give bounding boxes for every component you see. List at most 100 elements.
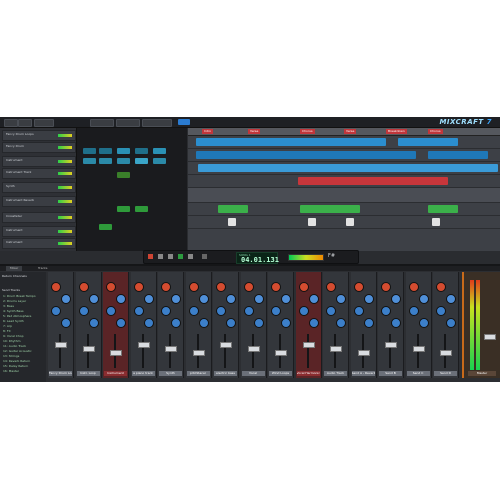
knob[interactable] <box>106 306 116 316</box>
knob[interactable] <box>391 294 401 304</box>
clip-pad[interactable] <box>99 148 112 154</box>
volume-fader[interactable] <box>357 350 370 356</box>
edit-menu-button[interactable] <box>18 119 32 127</box>
timeline-ruler[interactable]: Intro Verse Chorus Verse Breakdown Choru… <box>188 128 500 136</box>
knob[interactable] <box>188 282 199 292</box>
knob[interactable] <box>363 318 374 328</box>
clip-pad[interactable] <box>135 148 148 154</box>
clip-pad[interactable] <box>117 158 130 164</box>
knob[interactable] <box>298 282 309 292</box>
knob[interactable] <box>243 306 254 316</box>
knob[interactable] <box>106 282 116 292</box>
volume-fader[interactable] <box>275 350 287 356</box>
knob[interactable] <box>381 306 391 316</box>
knob[interactable] <box>161 282 171 292</box>
knob[interactable] <box>298 306 309 316</box>
knob[interactable] <box>116 294 126 304</box>
knob[interactable] <box>216 282 226 292</box>
clip-pad[interactable] <box>117 206 130 212</box>
knob[interactable] <box>253 318 264 328</box>
knob[interactable] <box>408 306 419 316</box>
track-header[interactable]: Instrument <box>2 156 76 167</box>
audio-clip[interactable] <box>198 164 498 172</box>
track-header[interactable]: Synth <box>2 182 76 193</box>
knob[interactable] <box>418 294 429 304</box>
knob[interactable] <box>281 318 291 328</box>
play-button[interactable] <box>178 254 183 259</box>
timeline-marker[interactable]: Intro <box>202 129 213 134</box>
audio-clip[interactable] <box>428 205 458 213</box>
volume-fader[interactable] <box>440 350 452 356</box>
key-field[interactable] <box>116 119 140 127</box>
audio-clip[interactable] <box>300 205 360 213</box>
knob[interactable] <box>308 318 319 328</box>
clip-pad[interactable] <box>117 172 130 178</box>
audio-clip[interactable] <box>196 138 386 146</box>
knob[interactable] <box>78 282 89 292</box>
clip-pad[interactable] <box>153 158 166 164</box>
volume-fader[interactable] <box>412 346 425 352</box>
record-mode-button[interactable] <box>178 119 190 125</box>
knob[interactable] <box>88 294 99 304</box>
clip-pad[interactable] <box>83 158 96 164</box>
knob[interactable] <box>171 294 181 304</box>
audio-clip[interactable] <box>428 151 488 159</box>
knob[interactable] <box>143 294 154 304</box>
knob[interactable] <box>326 282 336 292</box>
knob[interactable] <box>353 282 364 292</box>
tempo-field[interactable] <box>90 119 114 127</box>
track-header[interactable]: Fancy Drum <box>2 142 76 153</box>
track-header[interactable]: Instrument Track <box>2 168 76 179</box>
knob[interactable] <box>336 294 346 304</box>
knob[interactable] <box>353 306 364 316</box>
knob[interactable] <box>51 282 61 292</box>
knob[interactable] <box>436 282 446 292</box>
rewind-button[interactable] <box>158 254 163 259</box>
volume-fader[interactable] <box>82 346 95 352</box>
clip-block[interactable] <box>228 218 236 226</box>
knob[interactable] <box>271 282 281 292</box>
knob[interactable] <box>78 306 89 316</box>
track-header[interactable]: Instrument <box>2 238 76 249</box>
knob[interactable] <box>253 294 264 304</box>
knob[interactable] <box>161 306 171 316</box>
knob[interactable] <box>436 306 446 316</box>
knob[interactable] <box>381 282 391 292</box>
tab-tracks[interactable]: Tracks <box>34 266 51 271</box>
track-header[interactable]: Instrument <box>2 226 76 237</box>
volume-fader[interactable] <box>192 350 205 356</box>
knob[interactable] <box>226 318 236 328</box>
knob[interactable] <box>363 294 374 304</box>
knob[interactable] <box>198 318 209 328</box>
knob[interactable] <box>271 306 281 316</box>
knob[interactable] <box>281 294 291 304</box>
master-fader[interactable] <box>484 334 496 340</box>
clip-pad[interactable] <box>99 158 112 164</box>
knob[interactable] <box>143 318 154 328</box>
timeline-marker[interactable]: Breakdown <box>386 129 407 134</box>
knob[interactable] <box>198 294 209 304</box>
knob[interactable] <box>171 318 181 328</box>
volume-fader[interactable] <box>247 346 260 352</box>
knob[interactable] <box>446 294 456 304</box>
knob[interactable] <box>88 318 99 328</box>
volume-fader[interactable] <box>165 346 177 352</box>
knob[interactable] <box>336 318 346 328</box>
knob[interactable] <box>308 294 319 304</box>
clip-block[interactable] <box>346 218 354 226</box>
midi-clip[interactable] <box>298 177 448 185</box>
knob[interactable] <box>51 306 61 316</box>
clip-pad[interactable] <box>153 148 166 154</box>
knob[interactable] <box>326 306 336 316</box>
knob[interactable] <box>418 318 429 328</box>
volume-fader[interactable] <box>55 342 67 348</box>
sidebar-list-item[interactable]: 16: Master <box>3 369 43 374</box>
clip-block[interactable] <box>432 218 440 226</box>
volume-fader[interactable] <box>302 342 315 348</box>
clip-pad[interactable] <box>135 158 148 164</box>
knob[interactable] <box>408 282 419 292</box>
fast-forward-button[interactable] <box>188 254 193 259</box>
track-header[interactable]: Fancy Drum Loops <box>2 130 76 141</box>
file-menu-button[interactable] <box>4 119 18 127</box>
record-button[interactable] <box>148 254 153 259</box>
